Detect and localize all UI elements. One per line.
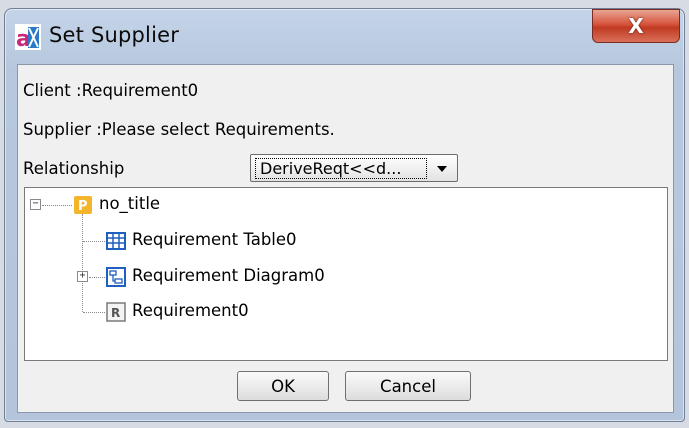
collapse-icon[interactable]: − [30,199,41,210]
ok-button[interactable]: OK [237,371,329,401]
expand-icon[interactable]: + [77,271,88,282]
tree-connector [42,205,72,206]
app-icon: a [15,24,41,50]
requirement-icon: R [106,302,126,322]
dialog-body: Client :Requirement0 Supplier :Please se… [17,64,674,413]
client-label: Client :Requirement0 [23,81,199,100]
tree-item-label: no_title [99,194,161,213]
package-icon: P [73,195,93,215]
tree-item-requirement-table[interactable]: Requirement Table0 [132,230,297,249]
tree-item-label: Requirement0 [132,301,249,320]
tree-item-label: Requirement Table0 [132,230,297,249]
close-button[interactable]: X [592,9,680,43]
close-icon: X [628,14,644,38]
svg-text:R: R [111,306,120,320]
tree-item-no-title[interactable]: no_title [99,194,160,213]
tree-item-requirement-diagram[interactable]: Requirement Diagram0 [132,266,325,285]
tree-connector [83,312,105,313]
tree-item-label: Requirement Diagram0 [132,266,325,285]
cancel-button[interactable]: Cancel [345,371,471,401]
dialog-window: a Set Supplier X Client :Requirement0 Su… [4,8,685,422]
tree-connector [83,241,105,242]
relationship-label: Relationship [23,159,125,178]
svg-text:P: P [78,199,88,214]
tree-connector [89,277,105,278]
diagram-icon [106,267,126,287]
window-title: Set Supplier [49,23,180,47]
table-icon [106,231,126,251]
model-tree[interactable]: − P no_title Requirement Table0 + Requir… [24,187,668,361]
tree-item-requirement0[interactable]: Requirement0 [132,301,249,320]
tree-connector [82,214,83,312]
supplier-label: Supplier :Please select Requirements. [23,120,335,139]
relationship-selected-value: DeriveReqt<<d... [255,158,427,179]
title-bar[interactable]: a Set Supplier X [5,9,684,65]
relationship-dropdown[interactable]: DeriveReqt<<d... [250,154,458,182]
chevron-down-icon[interactable] [437,166,447,172]
